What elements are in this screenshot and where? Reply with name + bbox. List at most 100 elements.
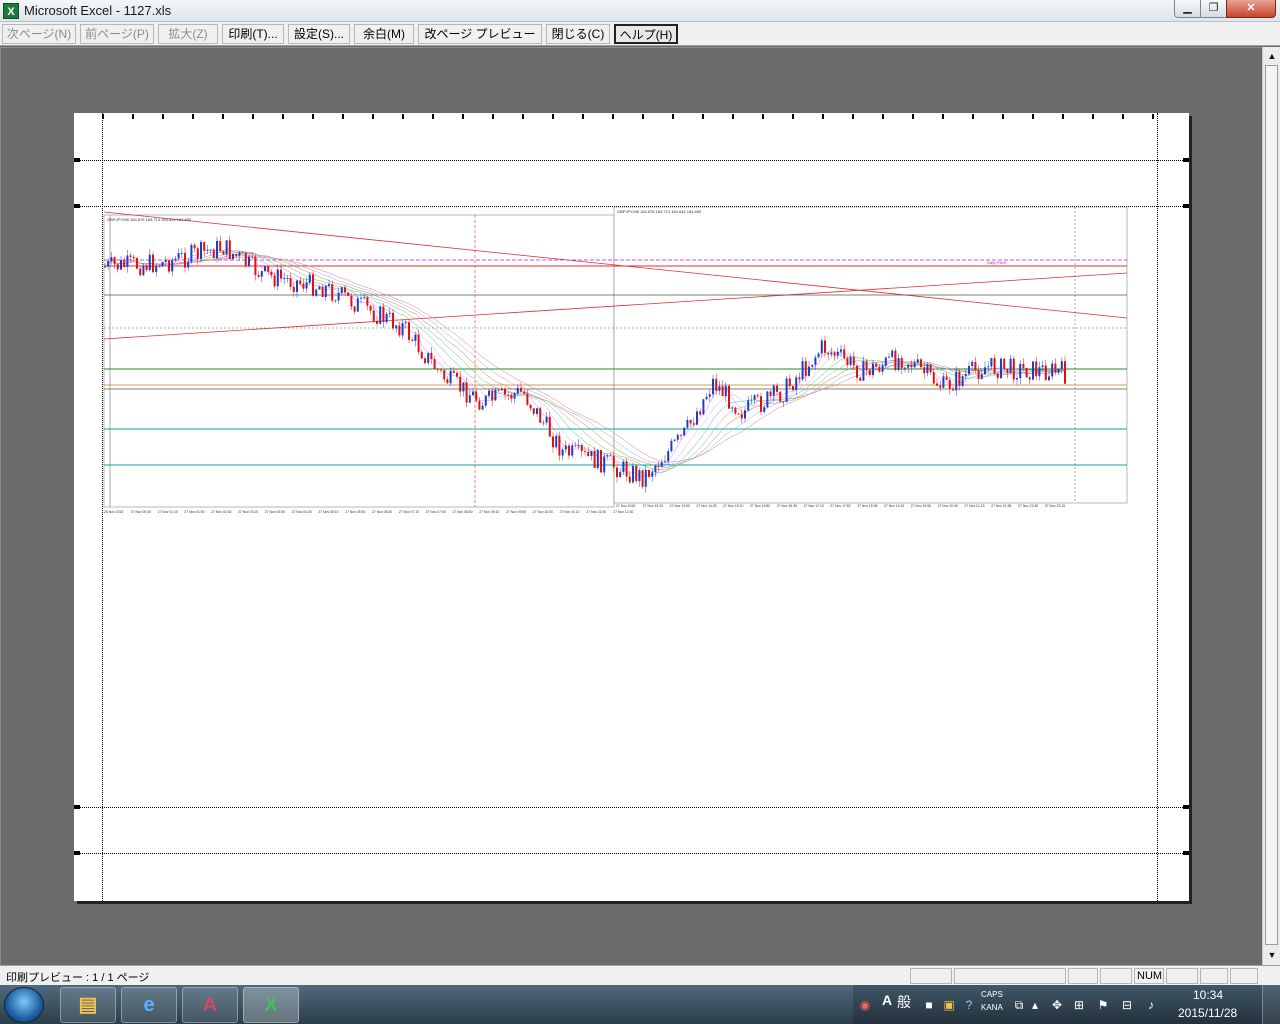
column-width-handle[interactable] bbox=[1002, 114, 1004, 119]
close-window-button[interactable]: ✕ bbox=[1226, 0, 1276, 18]
ime-toolbar-icon[interactable]: ◉ bbox=[857, 997, 873, 1013]
prev-page-button[interactable]: 前ページ(P) bbox=[80, 24, 154, 44]
column-width-handle[interactable] bbox=[1122, 114, 1124, 119]
start-button[interactable] bbox=[4, 987, 44, 1023]
column-width-handle[interactable] bbox=[642, 114, 644, 119]
help-button[interactable]: ヘルプ(H) bbox=[614, 24, 678, 44]
candle-body bbox=[606, 455, 609, 457]
maximize-button[interactable]: ❐ bbox=[1200, 0, 1227, 18]
column-width-handle[interactable] bbox=[1032, 114, 1034, 119]
column-width-handle[interactable] bbox=[942, 114, 944, 119]
network-icon[interactable]: ⊟ bbox=[1119, 997, 1135, 1013]
column-width-handle[interactable] bbox=[522, 114, 524, 119]
column-width-handle[interactable] bbox=[612, 114, 614, 119]
next-page-button[interactable]: 次ページ(N) bbox=[2, 24, 76, 44]
margin-handle[interactable] bbox=[1183, 805, 1189, 809]
column-width-handle[interactable] bbox=[1062, 114, 1064, 119]
ime-pad-icon[interactable]: ■ bbox=[921, 997, 937, 1013]
column-width-handle[interactable] bbox=[672, 114, 674, 119]
column-width-handle[interactable] bbox=[402, 114, 404, 119]
flag-icon[interactable]: ⚑ bbox=[1095, 997, 1111, 1013]
column-width-handle[interactable] bbox=[432, 114, 434, 119]
ime-dictionary-icon[interactable]: ▣ bbox=[941, 997, 957, 1013]
column-width-handle[interactable] bbox=[912, 114, 914, 119]
column-width-handle[interactable] bbox=[342, 114, 344, 119]
scroll-up-icon[interactable]: ▲ bbox=[1264, 48, 1280, 64]
clock-time[interactable]: 10:34 bbox=[1193, 988, 1223, 1002]
candle-body bbox=[216, 240, 218, 259]
access-icon[interactable]: A bbox=[182, 987, 238, 1023]
column-width-handle[interactable] bbox=[1152, 114, 1154, 119]
candle-body bbox=[593, 451, 596, 469]
time-tick-label: 27 Nov 03:50 bbox=[265, 510, 285, 514]
column-width-handle[interactable] bbox=[582, 114, 584, 119]
margin-handle[interactable] bbox=[1183, 158, 1189, 162]
column-width-handle[interactable] bbox=[462, 114, 464, 119]
column-width-handle[interactable] bbox=[132, 114, 134, 119]
help-icon[interactable]: ? bbox=[961, 997, 977, 1013]
candle-body bbox=[270, 271, 273, 276]
column-width-handle[interactable] bbox=[222, 114, 224, 119]
explorer-icon[interactable]: ▤ bbox=[60, 987, 116, 1023]
ime-input-mode[interactable]: A bbox=[882, 992, 892, 1008]
column-width-handle[interactable] bbox=[732, 114, 734, 119]
margin-handle[interactable] bbox=[74, 204, 80, 208]
margin-handle[interactable] bbox=[1183, 204, 1189, 208]
column-width-handle[interactable] bbox=[372, 114, 374, 119]
candle-body bbox=[580, 444, 583, 452]
margin-handle[interactable] bbox=[74, 158, 80, 162]
column-width-handle[interactable] bbox=[162, 114, 164, 119]
margin-handle[interactable] bbox=[74, 851, 80, 855]
ime-conversion-mode[interactable]: 般 bbox=[897, 992, 911, 1012]
candle-body bbox=[116, 264, 119, 270]
bottom-margin-line[interactable] bbox=[74, 853, 1189, 854]
column-width-handle[interactable] bbox=[972, 114, 974, 119]
column-width-handle[interactable] bbox=[882, 114, 884, 119]
column-width-handle[interactable] bbox=[822, 114, 824, 119]
show-desktop-button[interactable] bbox=[1262, 985, 1280, 1024]
zoom-button[interactable]: 拡大(Z) bbox=[158, 24, 218, 44]
scroll-down-icon[interactable]: ▼ bbox=[1264, 947, 1280, 963]
column-width-handle[interactable] bbox=[312, 114, 314, 119]
candle-body bbox=[948, 379, 951, 389]
clock-date[interactable]: 2015/11/28 bbox=[1178, 1006, 1237, 1020]
candle-body bbox=[843, 349, 846, 359]
column-width-handle[interactable] bbox=[1092, 114, 1094, 119]
ime-options-icon[interactable]: ⧉ bbox=[1011, 997, 1027, 1013]
candle-body bbox=[177, 253, 180, 259]
column-width-handle[interactable] bbox=[852, 114, 854, 119]
setup-button[interactable]: 設定(S)... bbox=[288, 24, 350, 44]
candle-body bbox=[446, 379, 449, 384]
margin-handle[interactable] bbox=[74, 805, 80, 809]
candle-body bbox=[1038, 367, 1041, 377]
right-margin-line[interactable] bbox=[1157, 113, 1158, 901]
column-width-handle[interactable] bbox=[702, 114, 704, 119]
column-width-handle[interactable] bbox=[492, 114, 494, 119]
column-width-handle[interactable] bbox=[762, 114, 764, 119]
page-break-preview-button[interactable]: 改ページ プレビュー(V) bbox=[418, 24, 542, 59]
volume-icon[interactable]: ♪ bbox=[1143, 997, 1159, 1013]
footer-margin-line[interactable] bbox=[74, 807, 1189, 808]
scroll-thumb[interactable] bbox=[1265, 65, 1278, 945]
margins-button[interactable]: 余白(M) bbox=[354, 24, 414, 44]
candle-body bbox=[382, 306, 385, 323]
minimize-button[interactable]: ▁ bbox=[1174, 0, 1201, 18]
excel-taskbar-icon[interactable]: X bbox=[243, 987, 299, 1023]
column-width-handle[interactable] bbox=[192, 114, 194, 119]
top-margin-line[interactable] bbox=[74, 160, 1189, 161]
column-width-handle[interactable] bbox=[792, 114, 794, 119]
column-width-handle[interactable] bbox=[252, 114, 254, 119]
internet-explorer-icon[interactable]: e bbox=[121, 987, 177, 1023]
excel-icon[interactable]: X bbox=[3, 3, 19, 19]
column-width-handle[interactable] bbox=[102, 114, 104, 119]
dropbox-icon[interactable]: ✥ bbox=[1049, 997, 1065, 1013]
vertical-scrollbar[interactable]: ▲ ▼ bbox=[1262, 47, 1280, 965]
column-width-handle[interactable] bbox=[282, 114, 284, 119]
close-preview-button[interactable]: 閉じる(C) bbox=[546, 24, 610, 44]
margin-handle[interactable] bbox=[1183, 851, 1189, 855]
windows-icon[interactable]: ⊞ bbox=[1071, 997, 1087, 1013]
print-button[interactable]: 印刷(T)... bbox=[222, 24, 284, 44]
candle-body bbox=[241, 252, 244, 254]
column-width-handle[interactable] bbox=[552, 114, 554, 119]
tray-expand-icon[interactable]: ▴ bbox=[1027, 997, 1043, 1013]
